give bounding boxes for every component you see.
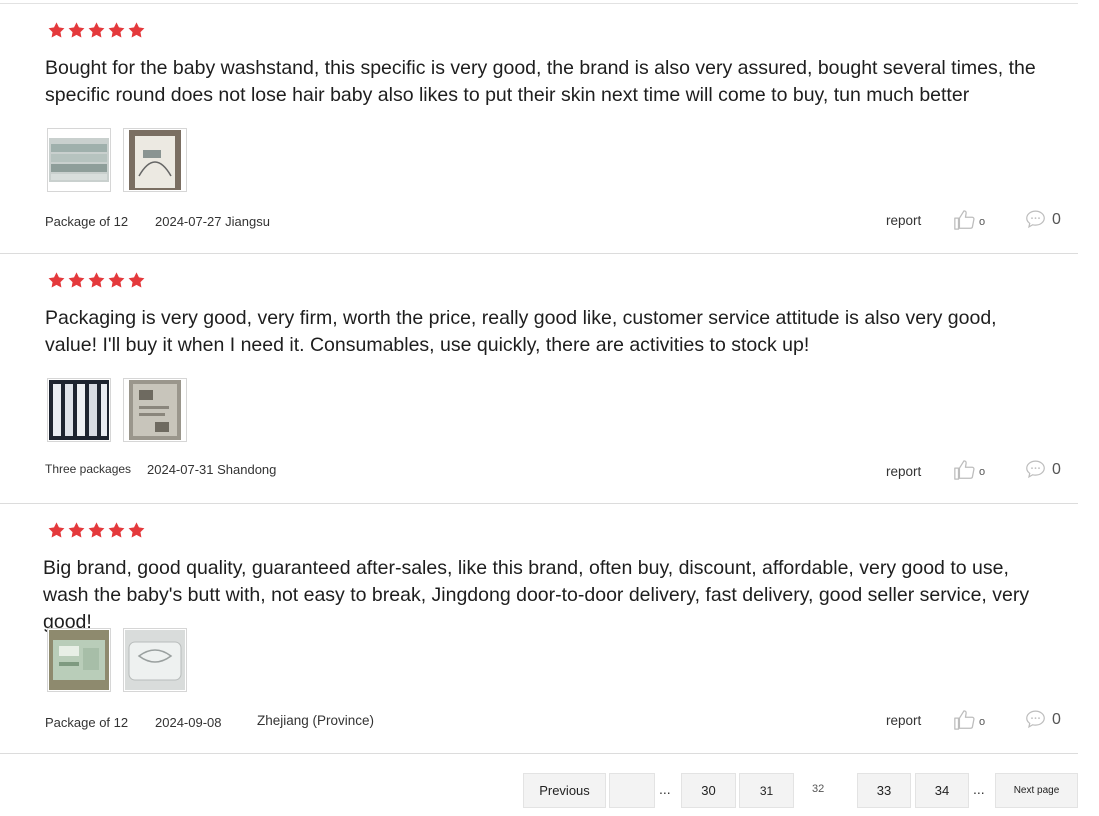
star-icon	[128, 22, 145, 38]
star-icon	[48, 22, 65, 38]
next-page-button[interactable]: Next page	[995, 773, 1078, 808]
variant-label: Three packages	[45, 462, 132, 476]
review-text: Packaging is very good, very firm, worth…	[45, 307, 997, 356]
review-item: Big brand, good quality, guaranteed afte…	[0, 504, 1078, 754]
pagination-ellipsis: ...	[973, 781, 985, 797]
star-icon	[108, 522, 125, 538]
previous-page-button[interactable]: Previous	[523, 773, 606, 808]
page-button[interactable]: 31	[739, 773, 794, 808]
review-date: 2024-09-08	[155, 715, 222, 730]
star-icon	[88, 272, 105, 288]
review-photo[interactable]	[123, 628, 187, 692]
comment-bubble-icon	[1026, 710, 1045, 729]
pagination-ellipsis: ...	[659, 781, 671, 797]
star-icon	[88, 22, 105, 38]
review-photo[interactable]	[47, 628, 111, 692]
star-icon	[48, 272, 65, 288]
report-link[interactable]: report	[886, 464, 921, 479]
variant-label: Package of 12	[45, 214, 129, 229]
comment-count: 0	[1052, 211, 1061, 228]
review-text: Bought for the baby washstand, this spec…	[45, 57, 1036, 106]
star-icon	[68, 22, 85, 38]
comment-button[interactable]: 0	[1025, 709, 1061, 729]
review-date: 2024-07-31 Shandong	[147, 462, 277, 477]
star-rating	[47, 271, 146, 291]
review-item: Bought for the baby washstand, this spec…	[0, 4, 1078, 254]
reviews-page: Bought for the baby washstand, this spec…	[0, 0, 1099, 816]
star-icon	[68, 272, 85, 288]
review-photos	[47, 378, 187, 442]
thumbs-up-icon	[954, 210, 975, 230]
star-rating	[47, 21, 146, 41]
like-count: o	[979, 216, 986, 228]
star-icon	[108, 272, 125, 288]
comment-count: 0	[1052, 711, 1061, 728]
review-date: 2024-07-27 Jiangsu	[155, 214, 270, 229]
star-icon	[48, 522, 65, 538]
like-button[interactable]: o	[953, 209, 985, 231]
report-link[interactable]: report	[886, 713, 921, 728]
review-text: Big brand, good quality, guaranteed afte…	[43, 557, 1030, 633]
star-icon	[88, 522, 105, 538]
like-count: o	[979, 466, 986, 478]
page-button[interactable]: 30	[681, 773, 736, 808]
page-button[interactable]: 33	[857, 773, 911, 808]
review-photos	[47, 128, 187, 192]
comment-button[interactable]: 0	[1025, 459, 1061, 479]
star-rating	[47, 521, 146, 541]
thumbs-up-icon	[954, 460, 975, 480]
comment-count: 0	[1052, 461, 1061, 478]
pagination: Previous ... 30 31 32 33 34 ... Next pag…	[0, 773, 1099, 808]
page-button[interactable]: 34	[915, 773, 969, 808]
comment-bubble-icon	[1026, 460, 1045, 479]
review-photo[interactable]	[47, 128, 111, 192]
star-icon	[128, 272, 145, 288]
comment-button[interactable]: 0	[1025, 209, 1061, 229]
review-photos	[47, 628, 187, 692]
thumbs-up-icon	[954, 710, 975, 730]
review-photo[interactable]	[123, 378, 187, 442]
review-photo[interactable]	[123, 128, 187, 192]
current-page: 32	[812, 783, 825, 795]
star-icon	[68, 522, 85, 538]
page-button-blank[interactable]	[609, 773, 655, 808]
review-item: Packaging is very good, very firm, worth…	[0, 254, 1078, 504]
report-link[interactable]: report	[886, 213, 921, 228]
like-button[interactable]: o	[953, 459, 985, 481]
like-button[interactable]: o	[953, 709, 985, 731]
review-photo[interactable]	[47, 378, 111, 442]
star-icon	[108, 22, 125, 38]
like-count: o	[979, 716, 986, 728]
star-icon	[128, 522, 145, 538]
review-location: Zhejiang (Province)	[257, 713, 375, 728]
variant-label: Package of 12	[45, 715, 129, 730]
comment-bubble-icon	[1026, 210, 1045, 229]
